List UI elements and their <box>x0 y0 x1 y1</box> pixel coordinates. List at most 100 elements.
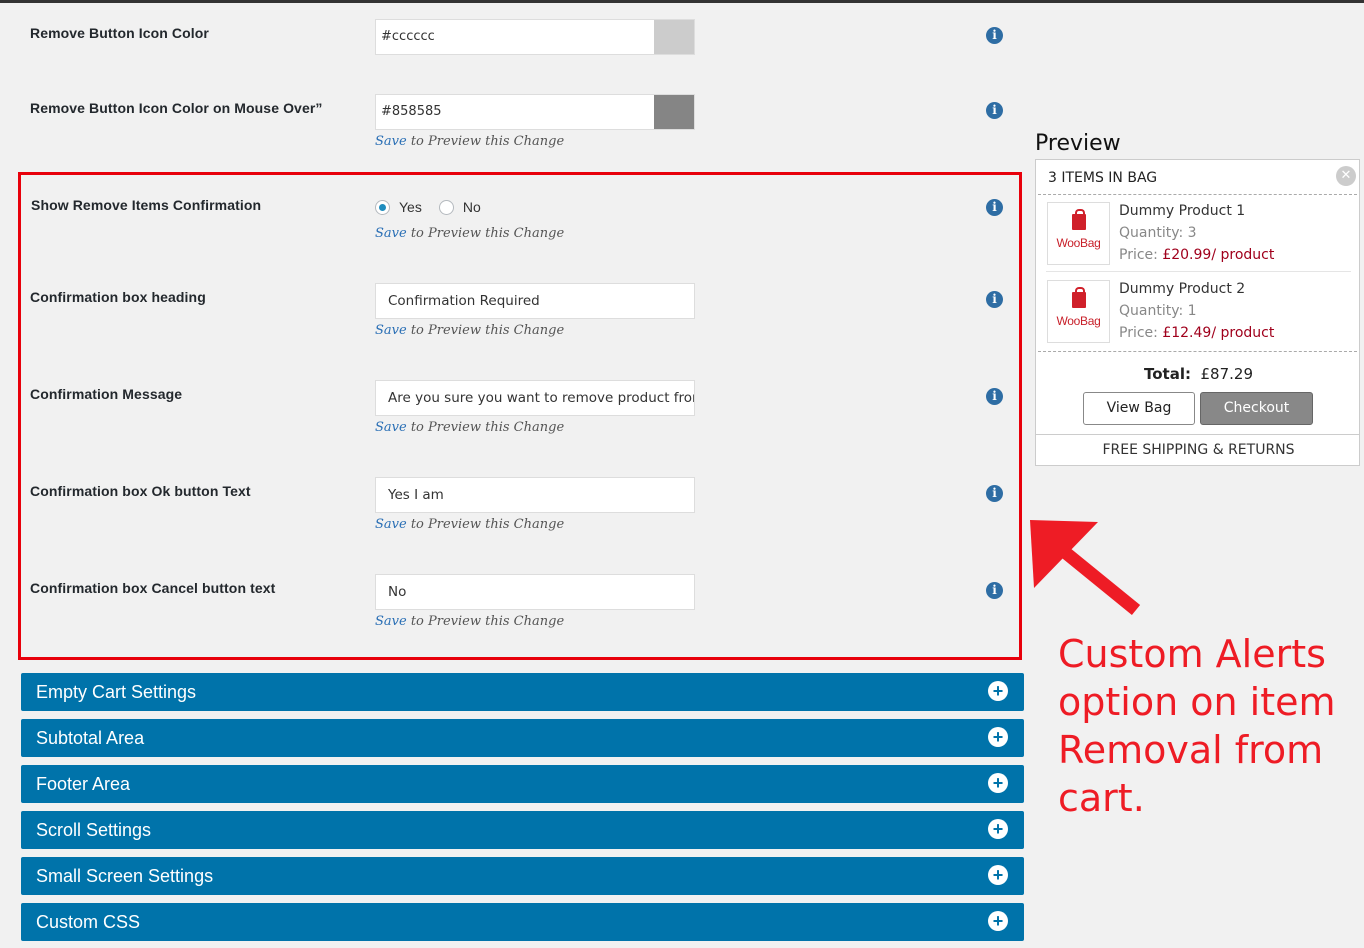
accordion-footer-area[interactable]: Footer Area + <box>21 765 1024 803</box>
accordion-title: Empty Cart Settings <box>36 682 197 702</box>
radio-yes[interactable] <box>375 199 390 215</box>
save-link[interactable]: Save <box>375 614 407 629</box>
annotation-arrow-icon <box>1030 520 1141 616</box>
color-value: #cccccc <box>381 29 435 44</box>
accordion-scroll-settings[interactable]: Scroll Settings + <box>21 811 1024 849</box>
save-hint: Save to Preview this Change <box>375 134 564 149</box>
save-hint-text: to Preview this Change <box>406 226 565 241</box>
accordion-custom-css[interactable]: Custom CSS + <box>21 903 1024 941</box>
total-label: Total: <box>1143 365 1191 383</box>
cancel-button-text-input[interactable]: No <box>375 574 695 610</box>
setting-label: Show Remove Items Confirmation <box>31 197 262 213</box>
save-hint: Save to Preview this Change <box>375 323 564 338</box>
product-quantity: Quantity: 3 <box>1119 225 1197 241</box>
product-price: Price: £20.99/ product <box>1119 247 1274 263</box>
cart-item: WooBag Dummy Product 1 Quantity: 3 Price… <box>1046 201 1351 265</box>
shopping-bag-icon <box>1072 209 1086 230</box>
info-icon[interactable]: i <box>986 485 1003 502</box>
product-price: Price: £12.49/ product <box>1119 325 1274 341</box>
close-icon[interactable]: ✕ <box>1336 166 1356 186</box>
info-icon[interactable]: i <box>986 388 1003 405</box>
save-hint-text: to Preview this Change <box>406 420 565 435</box>
radio-no[interactable] <box>438 199 454 215</box>
save-link[interactable]: Save <box>375 134 407 149</box>
price-label: Price: <box>1119 247 1158 263</box>
accordion-small-screen-settings[interactable]: Small Screen Settings + <box>21 857 1024 895</box>
quantity-label: Quantity: <box>1119 303 1184 319</box>
quantity-value: 3 <box>1187 225 1197 241</box>
cart-item: WooBag Dummy Product 2 Quantity: 1 Price… <box>1046 279 1351 343</box>
icon-hover-color-input[interactable]: #858585 <box>375 94 695 130</box>
price-value: £12.49/ product <box>1162 325 1275 341</box>
divider <box>1038 351 1357 352</box>
accordion-subtotal-area[interactable]: Subtotal Area + <box>21 719 1024 757</box>
color-swatch[interactable] <box>654 95 694 129</box>
info-icon[interactable]: i <box>986 199 1003 216</box>
setting-label: Remove Button Icon Color <box>30 25 209 41</box>
price-value: £20.99/ product <box>1162 247 1275 263</box>
save-link[interactable]: Save <box>375 420 407 435</box>
quantity-value: 1 <box>1187 303 1197 319</box>
expand-plus-icon[interactable]: + <box>988 819 1008 839</box>
save-hint-text: to Preview this Change <box>406 134 565 149</box>
product-name: Dummy Product 2 <box>1119 281 1246 297</box>
expand-plus-icon[interactable]: + <box>988 865 1008 885</box>
ok-button-text-input[interactable]: Yes I am <box>375 477 695 513</box>
total-value: £87.29 <box>1200 365 1254 383</box>
accordion-title: Scroll Settings <box>36 820 152 840</box>
save-hint: Save to Preview this Change <box>375 517 564 532</box>
save-hint-text: to Preview this Change <box>406 323 565 338</box>
cart-preview: 3 ITEMS IN BAG ✕ WooBag Dummy Product 1 … <box>1035 159 1360 466</box>
setting-label: Confirmation box Ok button Text <box>30 483 251 499</box>
shopping-bag-icon <box>1072 287 1086 308</box>
setting-label: Confirmation Message <box>30 386 183 402</box>
save-hint: Save to Preview this Change <box>375 226 564 241</box>
divider <box>1038 194 1357 195</box>
save-link[interactable]: Save <box>375 323 407 338</box>
save-link[interactable]: Save <box>375 226 407 241</box>
color-swatch[interactable] <box>654 20 694 54</box>
info-icon[interactable]: i <box>986 582 1003 599</box>
brand-logo-text: WooBag <box>1056 314 1101 328</box>
save-hint-text: to Preview this Change <box>406 614 565 629</box>
checkout-button[interactable]: Checkout <box>1200 392 1313 425</box>
accordion-title: Small Screen Settings <box>36 866 214 886</box>
brand-logo-text: WooBag <box>1056 236 1101 250</box>
cart-total: Total: £87.29 <box>1036 365 1361 383</box>
annotation-line: cart. <box>1058 776 1145 820</box>
confirmation-heading-input[interactable]: Confirmation Required <box>375 283 695 319</box>
item-divider <box>1046 271 1351 272</box>
expand-plus-icon[interactable]: + <box>988 727 1008 747</box>
product-name: Dummy Product 1 <box>1119 203 1246 219</box>
annotation-text: Custom Alerts option on item Removal fro… <box>1058 630 1358 822</box>
radio-yes-label[interactable]: Yes <box>399 199 422 215</box>
divider <box>1036 434 1359 435</box>
accordion-title: Footer Area <box>36 774 131 794</box>
save-hint: Save to Preview this Change <box>375 614 564 629</box>
preview-title: Preview <box>1035 131 1121 156</box>
color-value: #858585 <box>381 104 442 119</box>
view-bag-button[interactable]: View Bag <box>1083 392 1195 425</box>
expand-plus-icon[interactable]: + <box>988 681 1008 701</box>
annotation-line: option on item <box>1058 680 1336 724</box>
info-icon[interactable]: i <box>986 27 1003 44</box>
expand-plus-icon[interactable]: + <box>988 773 1008 793</box>
product-quantity: Quantity: 1 <box>1119 303 1197 319</box>
accordion-empty-cart-settings[interactable]: Empty Cart Settings + <box>21 673 1024 711</box>
icon-color-input[interactable]: #cccccc <box>375 19 695 55</box>
confirmation-message-input[interactable]: Are you sure you want to remove product … <box>375 380 695 416</box>
price-label: Price: <box>1119 325 1158 341</box>
info-icon[interactable]: i <box>986 102 1003 119</box>
product-thumbnail: WooBag <box>1047 280 1110 343</box>
confirmation-radio-group: Yes No <box>375 199 498 215</box>
cart-header: 3 ITEMS IN BAG <box>1048 170 1158 186</box>
setting-label: Remove Button Icon Color on Mouse Over” <box>30 100 323 116</box>
annotation-line: Removal from <box>1058 728 1324 772</box>
quantity-label: Quantity: <box>1119 225 1184 241</box>
top-border <box>0 0 1364 3</box>
info-icon[interactable]: i <box>986 291 1003 308</box>
expand-plus-icon[interactable]: + <box>988 911 1008 931</box>
radio-no-label[interactable]: No <box>463 199 481 215</box>
save-link[interactable]: Save <box>375 517 407 532</box>
setting-label: Confirmation box heading <box>30 289 206 305</box>
